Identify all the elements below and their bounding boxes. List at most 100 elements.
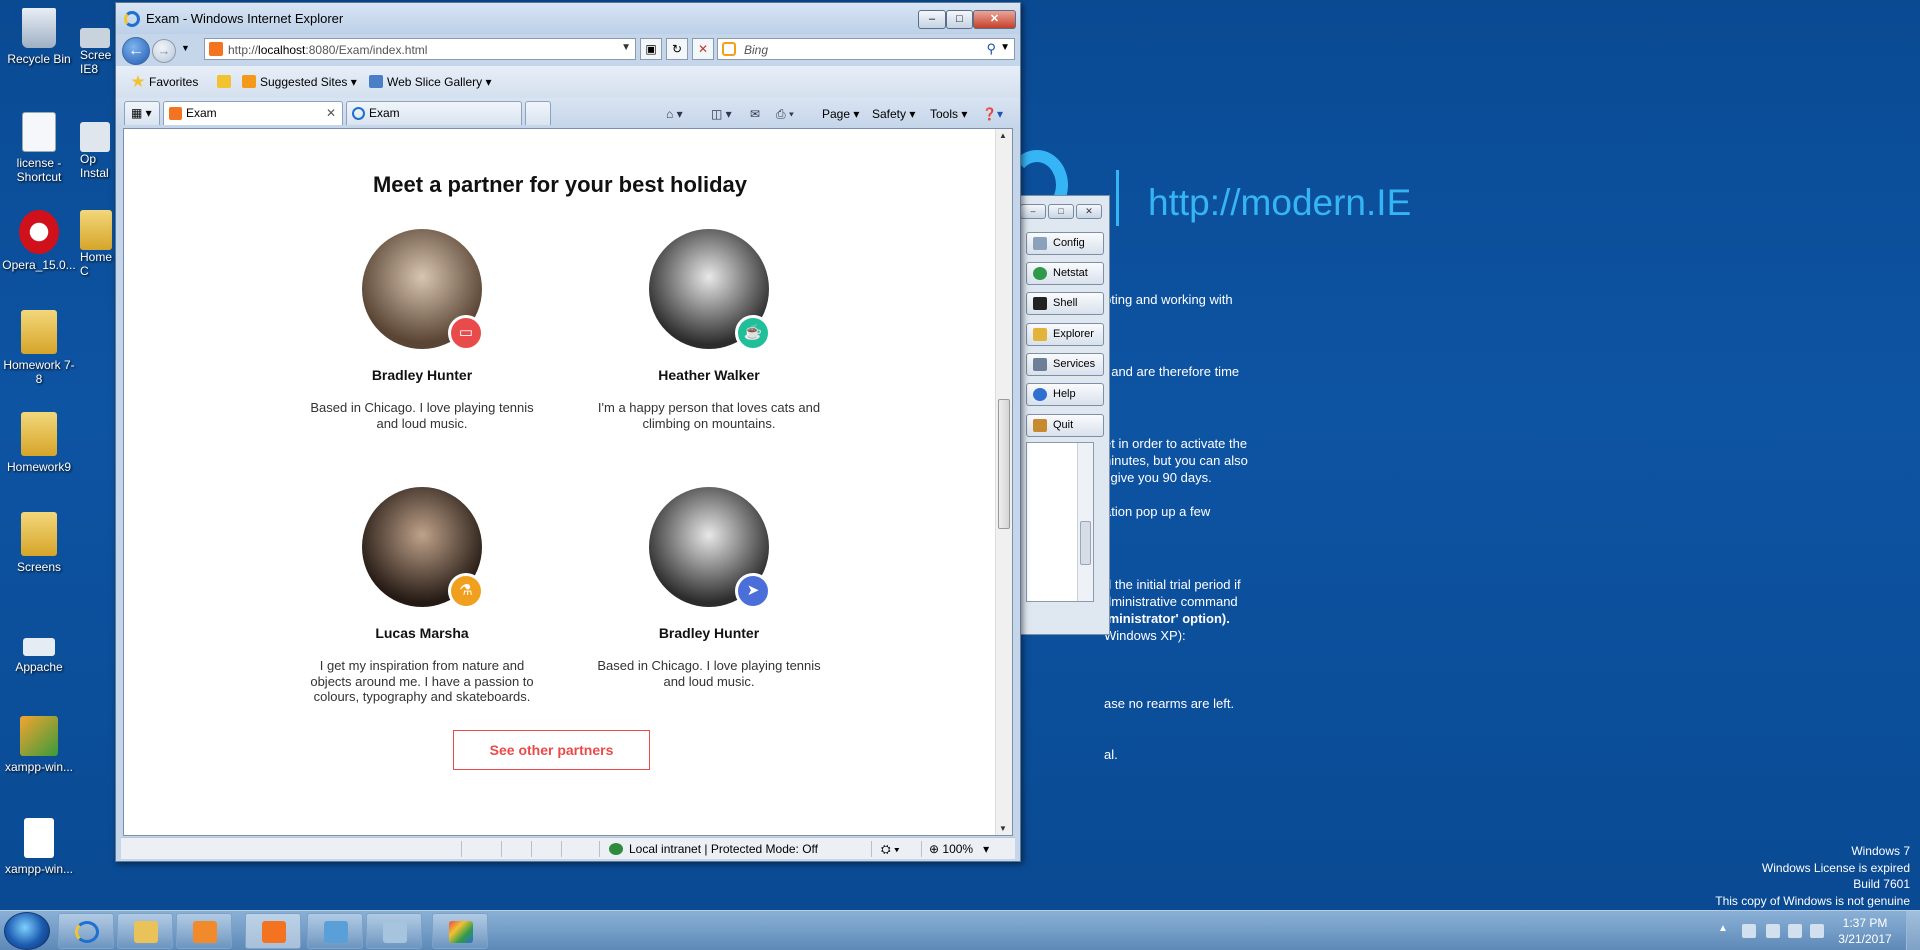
- navigation-bar: ← → ▼ http://localhost:8080/Exam/index.h…: [116, 34, 1020, 66]
- desktop-icon-license-shortcut[interactable]: license - Shortcut: [0, 112, 78, 184]
- zoom-control[interactable]: ⊕ 100% ▾: [929, 842, 989, 856]
- start-button[interactable]: [4, 912, 50, 950]
- add-to-favorites-bar-button[interactable]: [217, 75, 235, 89]
- control-panel-icon: [324, 921, 348, 943]
- partner-name: Bradley Hunter: [371, 367, 473, 383]
- close-tab-icon[interactable]: ✕: [326, 102, 336, 124]
- search-box[interactable]: Bing ⚲ ▼: [717, 38, 1015, 60]
- home-button[interactable]: ⌂ ▾: [666, 107, 683, 121]
- quit-button[interactable]: Quit: [1026, 414, 1104, 437]
- desktop-icon-xampp-file[interactable]: xampp-win...: [0, 818, 78, 876]
- scrollbar-thumb[interactable]: [998, 399, 1010, 529]
- desktop-icon-appache[interactable]: Appache: [0, 628, 78, 674]
- desktop-icon-homework-7-8[interactable]: Homework 7-8: [0, 310, 78, 386]
- panel-maximize-button[interactable]: □: [1048, 204, 1074, 219]
- taskbar-xampp[interactable]: [245, 913, 301, 949]
- address-scheme: http://: [228, 43, 259, 57]
- taskbar-notes[interactable]: [366, 913, 422, 949]
- network-icon[interactable]: [1788, 924, 1802, 938]
- scroll-down-icon[interactable]: ▼: [999, 824, 1007, 833]
- page-menu[interactable]: Page ▾: [822, 107, 859, 121]
- feeds-button[interactable]: ◫ ▾: [711, 107, 732, 121]
- quick-tabs-button[interactable]: ▦ ▾: [124, 101, 160, 125]
- favorites-button[interactable]: Favorites: [131, 75, 198, 89]
- safety-menu[interactable]: Safety ▾: [872, 107, 915, 121]
- help-button[interactable]: Help: [1026, 383, 1104, 406]
- new-tab-button[interactable]: [525, 101, 551, 125]
- desktop-icon-xampp-installer[interactable]: xampp-win...: [0, 716, 78, 774]
- back-button[interactable]: ←: [122, 37, 150, 65]
- desktop-icon-opera[interactable]: Opera_15.0...: [0, 210, 78, 272]
- taskbar-internet-explorer[interactable]: [58, 913, 114, 949]
- compatibility-view-button[interactable]: ▣: [640, 38, 662, 60]
- show-desktop-button[interactable]: [1906, 911, 1920, 950]
- search-dropdown-icon[interactable]: ▼: [1000, 42, 1010, 53]
- page-scrollbar[interactable]: ▲ ▼: [995, 129, 1012, 835]
- maximize-button[interactable]: □: [946, 10, 973, 29]
- avatar: ☕: [649, 229, 771, 351]
- desktop-icon-label: Op Instal: [80, 152, 109, 180]
- partner-name: Lucas Marsha: [375, 625, 469, 641]
- section-heading: Meet a partner for your best holiday: [372, 172, 748, 197]
- action-center-icon[interactable]: [1742, 924, 1756, 938]
- taskbar-windows-explorer[interactable]: [117, 913, 173, 949]
- suggested-sites-link[interactable]: Suggested Sites ▾: [242, 75, 357, 89]
- panel-minimize-button[interactable]: –: [1020, 204, 1046, 219]
- print-button[interactable]: ⎙ ▾: [776, 107, 794, 122]
- address-bar[interactable]: http://localhost:8080/Exam/index.html ▼: [204, 38, 636, 60]
- tab-label: Exam: [369, 106, 400, 120]
- explorer-button[interactable]: Explorer: [1026, 323, 1104, 346]
- desktop-icon-screens[interactable]: Screens: [0, 512, 78, 574]
- show-hidden-icons-icon[interactable]: ▲: [1718, 923, 1728, 934]
- wallpaper-url: http://modern.IE: [1148, 182, 1412, 223]
- scroll-up-icon[interactable]: ▲: [999, 131, 1007, 140]
- xampp-icon: [262, 921, 286, 943]
- tab-exam-active[interactable]: Exam ✕: [163, 101, 343, 125]
- windows-version: Windows 7: [1851, 844, 1910, 858]
- recent-pages-dropdown[interactable]: ▼: [181, 43, 190, 53]
- xampp-installer-icon: [20, 716, 58, 756]
- title-bar[interactable]: Exam - Windows Internet Explorer – □ ✕: [116, 3, 1020, 34]
- desktop-icon-homework9[interactable]: Homework9: [0, 412, 78, 474]
- desktop-icon-installer[interactable]: Op Instal: [80, 122, 120, 180]
- log-list-scrollbar[interactable]: [1077, 443, 1093, 601]
- read-mail-button[interactable]: ✉: [750, 107, 760, 121]
- taskbar-control-panel[interactable]: [307, 913, 363, 949]
- shell-button[interactable]: Shell: [1026, 292, 1104, 315]
- address-dropdown-icon[interactable]: ▼: [621, 42, 631, 53]
- tab-exam[interactable]: Exam: [346, 101, 522, 125]
- desktop-icon-screenshot[interactable]: Scree IE8: [80, 28, 120, 76]
- see-other-partners-button[interactable]: See other partners: [453, 730, 650, 770]
- stop-button[interactable]: ✕: [692, 38, 714, 60]
- search-icon[interactable]: ⚲: [986, 41, 996, 57]
- divider: [531, 841, 532, 857]
- desktop-icon-label: Homework 7-8: [3, 358, 75, 386]
- netstat-button[interactable]: Netstat: [1026, 262, 1104, 285]
- volume-icon[interactable]: [1766, 924, 1780, 938]
- refresh-button[interactable]: ↻: [666, 38, 688, 60]
- help-menu-icon[interactable]: ❓▾: [982, 107, 1003, 121]
- scrollbar-thumb[interactable]: [1080, 521, 1091, 565]
- wallpaper-line: ation pop up a few: [1104, 504, 1211, 519]
- minimize-button[interactable]: –: [918, 10, 946, 29]
- desktop-icon-home[interactable]: Home - C: [80, 210, 120, 278]
- protected-mode-icon[interactable]: ⛭ ▾: [881, 842, 900, 857]
- close-button[interactable]: ✕: [973, 10, 1016, 29]
- config-button[interactable]: Config: [1026, 232, 1104, 255]
- wallpaper-line: d the initial trial period if: [1104, 577, 1241, 592]
- forward-button[interactable]: →: [152, 39, 176, 63]
- services-button[interactable]: Services: [1026, 353, 1104, 376]
- desktop-icon-recycle-bin[interactable]: Recycle Bin: [0, 8, 78, 66]
- taskbar-media-player[interactable]: [176, 913, 232, 949]
- panel-close-button[interactable]: ✕: [1076, 204, 1102, 219]
- desktop-icon-label: Homework9: [6, 460, 72, 474]
- clock[interactable]: 1:37 PM 3/21/2017: [1834, 915, 1896, 947]
- log-list[interactable]: [1026, 442, 1094, 602]
- taskbar-paint[interactable]: [432, 913, 488, 949]
- web-slice-gallery-link[interactable]: Web Slice Gallery ▾: [369, 75, 492, 89]
- tools-menu[interactable]: Tools ▾: [930, 107, 967, 121]
- display-icon[interactable]: [1810, 924, 1824, 938]
- ie-window: Exam - Windows Internet Explorer – □ ✕ ←…: [115, 2, 1021, 862]
- security-zone[interactable]: Local intranet | Protected Mode: Off: [609, 842, 818, 856]
- address-domain: localhost: [258, 43, 306, 57]
